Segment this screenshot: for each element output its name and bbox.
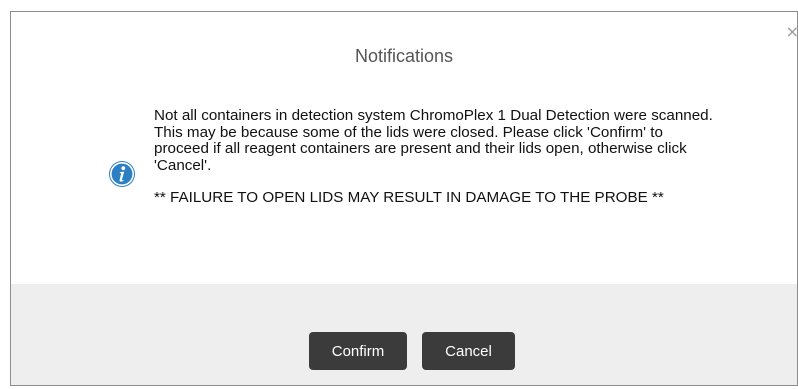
dialog-footer: Confirm Cancel <box>11 284 797 385</box>
close-icon[interactable]: × <box>786 24 798 40</box>
confirm-button[interactable]: Confirm <box>309 332 407 370</box>
dialog-title: Notifications <box>354 46 454 66</box>
cancel-button[interactable]: Cancel <box>422 332 515 370</box>
message-body: Not all containers in detection system C… <box>154 107 714 207</box>
warning-text: ** FAILURE TO OPEN LIDS MAY RESULT IN DA… <box>154 189 664 206</box>
notification-dialog: × Notifications Not all containers in de… <box>10 11 798 386</box>
info-icon <box>109 161 135 187</box>
message-text: Not all containers in detection system C… <box>154 107 713 174</box>
